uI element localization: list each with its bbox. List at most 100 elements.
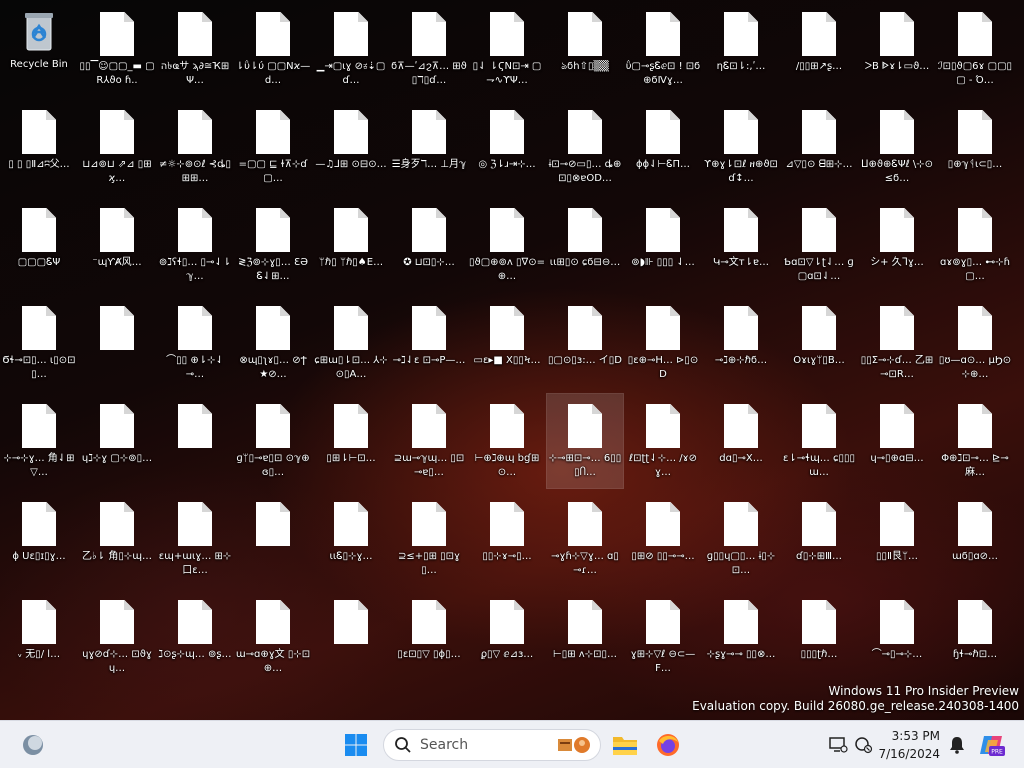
desktop-file-icon[interactable]: ▁⇥▢ɩɣ ⊘ಕ⇣▢ɗ… bbox=[313, 2, 389, 96]
widgets-button[interactable] bbox=[17, 729, 49, 761]
desktop-file-icon[interactable]: ⊇ɯ⊸ℽɰ… ▯⊡⊸ɐ▯… bbox=[391, 394, 467, 488]
desktop-file-icon[interactable]: ɯϭ▯ɑ⊘… bbox=[937, 492, 1013, 586]
desktop-file-icon[interactable]: dɑ▯⊸X… bbox=[703, 394, 779, 488]
desktop-file-icon[interactable]: ϭ⊼—ʹ⊿ϩ⊼… ⊞ϑ▯ℸ▯ɗ… bbox=[391, 2, 467, 96]
desktop-file-icon[interactable]: ⊇≤+▯⊞ ▯⊡ɣ▯… bbox=[391, 492, 467, 586]
desktop-file-icon[interactable]: ▭ɛ▸■ X▯▯Ϟ… bbox=[469, 296, 545, 390]
desktop-file-icon[interactable]: ℷ⊙ʂ⊹ɰ… ⊚ʂ… bbox=[157, 590, 233, 684]
desktop-file-icon[interactable]: ✪ ⊔⊡▯⊹… bbox=[391, 198, 467, 292]
desktop-file-icon[interactable]: ɩɩ⊞▯⊙ ɕϭ⊟⊖… bbox=[547, 198, 623, 292]
desktop-file-icon[interactable]: —♫⅃⊞ ⊙⊟⊙… bbox=[313, 100, 389, 194]
desktop-file-icon[interactable]: Ƅɑ⊡▽⇂ʈ⇃… ɡ▢ɑ⊡⇃… bbox=[781, 198, 857, 292]
desktop-file-icon[interactable]: ▯ϑ▢⊕⊚ʌ ▯∇⊙=⊕… bbox=[469, 198, 545, 292]
desktop-file-icon[interactable]: ᵥ 无▯/ ⅼ… bbox=[1, 590, 77, 684]
desktop-file-icon[interactable]: ⇂ΰ⇂ύ ▢▢Nϰ—d… bbox=[235, 2, 311, 96]
desktop-file-icon[interactable]: ⊸ℷ⇃ɛ ⊡⊸Ρ—… bbox=[391, 296, 467, 390]
desktop-file-icon[interactable]: ⊸ℷ⊕⊹ℏϭ… bbox=[703, 296, 779, 390]
desktop-file-icon[interactable]: ℐ⊡▯ϑ▢6ɤ ▢▢▯▢ - Ό… bbox=[937, 2, 1013, 96]
file-explorer-button[interactable] bbox=[609, 729, 641, 761]
desktop-file-icon[interactable]: ▯▢⊙▯ɜ:… イ▯Ⅾ bbox=[547, 296, 623, 390]
desktop-file-icon[interactable]: ◎ ℨ⇂ɹ⇥⊹… bbox=[469, 100, 545, 194]
desktop-file-icon[interactable] bbox=[157, 394, 233, 488]
network-button[interactable] bbox=[848, 729, 880, 761]
desktop-file-icon[interactable]: ᐳB ᐈɤ⇂▭ϑ… bbox=[859, 2, 935, 96]
desktop-file-icon[interactable]: ▯⊞⊘ ▯▯⊸⊸… bbox=[625, 492, 701, 586]
desktop-file-icon[interactable]: ▢▢▢ᏋΨ bbox=[1, 198, 77, 292]
desktop-file-icon[interactable]: ⊹⊸⊹ɣ… 角⇃⊞▽… bbox=[1, 394, 77, 488]
desktop-file-icon[interactable]: ⌒⊸▯⊸⊹… bbox=[859, 590, 935, 684]
desktop-file-icon[interactable]: ɸ Uɛ▯ɪ▯ɣ… bbox=[1, 492, 77, 586]
desktop-file-icon[interactable]: ▯▯⊹ɤ⊸▯… bbox=[469, 492, 545, 586]
desktop-file-icon[interactable]: ▯ɛ⊕⊸H… ⊳▯⊙D bbox=[625, 296, 701, 390]
desktop-file-icon[interactable]: /▯▯⊞↗ʂ… bbox=[781, 2, 857, 96]
desktop-file-icon[interactable]: 乙♭⇂ 角▯⊹ɰ… bbox=[79, 492, 155, 586]
desktop-file-icon[interactable]: ⊔⊿⊚⊔ ⇗⊿ ▯⊞ϗ… bbox=[79, 100, 155, 194]
recycle-bin[interactable]: Recycle Bin bbox=[1, 2, 77, 96]
desktop-file-icon[interactable]: ℓ⊡ʈʈ⇃⊹… /ɤ⊘ɣ… bbox=[625, 394, 701, 488]
copilot-button[interactable]: PRE bbox=[976, 729, 1008, 761]
desktop-file-icon[interactable]: シ+ 久ᒣɣ… bbox=[859, 198, 935, 292]
desktop-file-icon[interactable]: ⵡ⊕ϑ⊕ᏋΨℓ \⊹⊙≤ϭ… bbox=[859, 100, 935, 194]
desktop-file-icon[interactable]: ɥℷ⊹ɣ ▢⊹⊚▯… bbox=[79, 394, 155, 488]
desktop-file-icon[interactable]: ɑɤ⊚ɣ▯… ⊷⊹ɦ▢… bbox=[937, 198, 1013, 292]
desktop-file-icon[interactable]: ηᏋ⊡⇂:,ʹ… bbox=[703, 2, 779, 96]
notifications-button[interactable] bbox=[941, 729, 973, 761]
desktop-file-icon[interactable]: ɧɬ⊸ℏ⊡… bbox=[937, 590, 1013, 684]
desktop-file-icon[interactable]: ה৳ҩサ ϡ∂≅Ҡ⊞Ψ… bbox=[157, 2, 233, 96]
desktop-file-icon[interactable]: Φ⊕ℷ⊡⊸… ⊵⊸麻… bbox=[937, 394, 1013, 488]
desktop-file-icon[interactable]: ⊸ɣɦ⊹▽ɣ… ɑ▯⊸ɾ… bbox=[547, 492, 623, 586]
desktop-file-icon[interactable]: ɗ▯⊹⊞Ⅲ… bbox=[781, 492, 857, 586]
desktop-file-icon[interactable]: ɣ⊞⊹▽ℓ ⊖⊂—F… bbox=[625, 590, 701, 684]
desktop[interactable]: Recycle Bin ▯▯▔☺▢▢_▬ ▢R⅄ϑo ɦ.. ה৳ҩサ ϡ∂≅Ҡ⊞… bbox=[0, 0, 1024, 720]
desktop-file-icon[interactable]: ΰ▢⊸ʂᏋⅇ⊡ ! ⊡ϭ⊕ϭⅣɣ… bbox=[625, 2, 701, 96]
desktop-file-icon[interactable]: ⁻ɰƳȺ风… bbox=[79, 198, 155, 292]
desktop-file-icon[interactable]: ɡ▯▯ɥ▢▯… ɨ▯⊹⊡… bbox=[703, 492, 779, 586]
desktop-file-icon[interactable]: ▯▯▯ʈℏ… bbox=[781, 590, 857, 684]
desktop-file-icon[interactable] bbox=[235, 492, 311, 586]
desktop-file-icon[interactable]: ɕ⊞ɯ▯⇂⊡… ⅄⊹⊙▯A… bbox=[313, 296, 389, 390]
desktop-file-icon[interactable]: ▯⊞⇂⊢⊡… bbox=[313, 394, 389, 488]
desktop-file-icon[interactable]: ▯▯Ⅱ艮ᛘ… bbox=[859, 492, 935, 586]
desktop-file-icon[interactable]: ɸɸ⇃⊢ᏋΠ… bbox=[625, 100, 701, 194]
desktop-file-icon[interactable]: Oɤɩɣᛘ▯B… bbox=[781, 296, 857, 390]
desktop-file-icon[interactable]: Կ⊸文ᴛ⇂ɐ… bbox=[703, 198, 779, 292]
desktop-file-icon[interactable]: ɛ⇂⊸ɬɰ… ɕ▯▯▯ɯ… bbox=[781, 394, 857, 488]
desktop-file-icon[interactable]: ▯ɛ⊡▯▽ ▯ɸ▯… bbox=[391, 590, 467, 684]
desktop-file-icon[interactable]: ɯ⊸ɑ⊕ɣ文 ▯⊹⊡⊕… bbox=[235, 590, 311, 684]
desktop-file-icon[interactable]: ⊚ℷʕɬ▯… ▯⊸⇃⇂ℽ… bbox=[157, 198, 233, 292]
desktop-file-icon[interactable]: ɩɩᏋ▯⊹ɣ… bbox=[313, 492, 389, 586]
desktop-file-icon[interactable]: ⊢▯⊞ ʌ⊹⊡▯… bbox=[547, 590, 623, 684]
desktop-file-icon[interactable]: ⊹ʂɣ⊸⊸ ▯▯⊗… bbox=[703, 590, 779, 684]
desktop-file-icon[interactable]: ▯⊕ℽᛩɩ⊂▯… bbox=[937, 100, 1013, 194]
taskbar-search-box[interactable]: Search bbox=[383, 729, 601, 761]
desktop-file-icon[interactable]: ⊹⊸⊞⊡⊸… 6▯▯▯Ⴖ… bbox=[546, 393, 624, 489]
desktop-file-icon[interactable]: ⌒▯▯ ⊕⇂⊹⇃⊸… bbox=[157, 296, 233, 390]
desktop-file-icon[interactable]: ▯⇃ ⇂ϚN⊡⇥ ▢⇁∿ϒΨ… bbox=[469, 2, 545, 96]
desktop-file-icon[interactable]: ≷ℨ⊚⊹ɣ▯… ƐƏᏋ⇃⊞… bbox=[235, 198, 311, 292]
desktop-file-icon[interactable]: Ϭɬ⊸⊡▯… ɩ▯⊙⊡▯… bbox=[1, 296, 77, 390]
desktop-file-icon[interactable]: ⊚◗⊪ ▯▯▯ ⇃… bbox=[625, 198, 701, 292]
desktop-file-icon[interactable]: ɥɣ⊘ɗ⊹… ⊡ϑɣɥ… bbox=[79, 590, 155, 684]
desktop-file-icon[interactable]: ঌϭh⇧▯▒▒ bbox=[547, 2, 623, 96]
desktop-file-icon[interactable]: ɥ⊸▯⊕ɑ⊟… bbox=[859, 394, 935, 488]
desktop-file-icon[interactable]: ▯ʊ—ɑ⊙… μϦ⊙⊹⊕… bbox=[937, 296, 1013, 390]
desktop-file-icon[interactable]: ⊗ɰ▯ʅɤ▯… ⊘Ϯ★⊘… bbox=[235, 296, 311, 390]
desktop-file-icon[interactable]: ⊢⊕ℷ⊕ɰ bɠ⊞⊙… bbox=[469, 394, 545, 488]
desktop-file-icon[interactable]: ▯▯Σ⊸⊹ɗ… 乙⊞⊸⊡R… bbox=[859, 296, 935, 390]
desktop-file-icon[interactable] bbox=[313, 590, 389, 684]
desktop-file-icon[interactable]: ⊿▽▯⊙ ᗺ⊞⊹… bbox=[781, 100, 857, 194]
desktop-file-icon[interactable]: ▯▯▔☺▢▢_▬ ▢R⅄ϑo ɦ.. bbox=[79, 2, 155, 96]
desktop-file-icon[interactable]: ☰身歹ℸ… ⊥月ℽ bbox=[391, 100, 467, 194]
firefox-button[interactable] bbox=[652, 729, 684, 761]
taskbar-clock[interactable]: 3:53 PM 7/16/2024 bbox=[878, 727, 940, 763]
desktop-file-icon[interactable] bbox=[79, 296, 155, 390]
desktop-file-icon[interactable]: ɨ⊡⊸⊘▭▯… ȡ⊕⊡▯⊗ɐOD… bbox=[547, 100, 623, 194]
desktop-file-icon[interactable]: ▯ ▯ ▯Ⅱ⊿ʭ父… bbox=[1, 100, 77, 194]
desktop-file-icon[interactable]: =▢▢ ⊑ ɫ⊼⊹ɗ▢… bbox=[235, 100, 311, 194]
desktop-file-icon[interactable]: ɛɰ+ɯɩɣ… ⊞⊹口ɛ… bbox=[157, 492, 233, 586]
start-button[interactable] bbox=[340, 729, 372, 761]
desktop-file-icon[interactable]: ϒ⊕ɣ⇂⊡ℓ ዘ⊕ϑ⊡ɗ↕… bbox=[703, 100, 779, 194]
desktop-file-icon[interactable]: ≠☼⊹⊚⊙ℓ ⊰ȡ▯⊞⊞… bbox=[157, 100, 233, 194]
desktop-file-icon[interactable]: ϼ▯▽ ⅇ⊿ɜ… bbox=[469, 590, 545, 684]
desktop-file-icon[interactable]: ᛘℏ▯ ᛘℏ▯♠E… bbox=[313, 198, 389, 292]
